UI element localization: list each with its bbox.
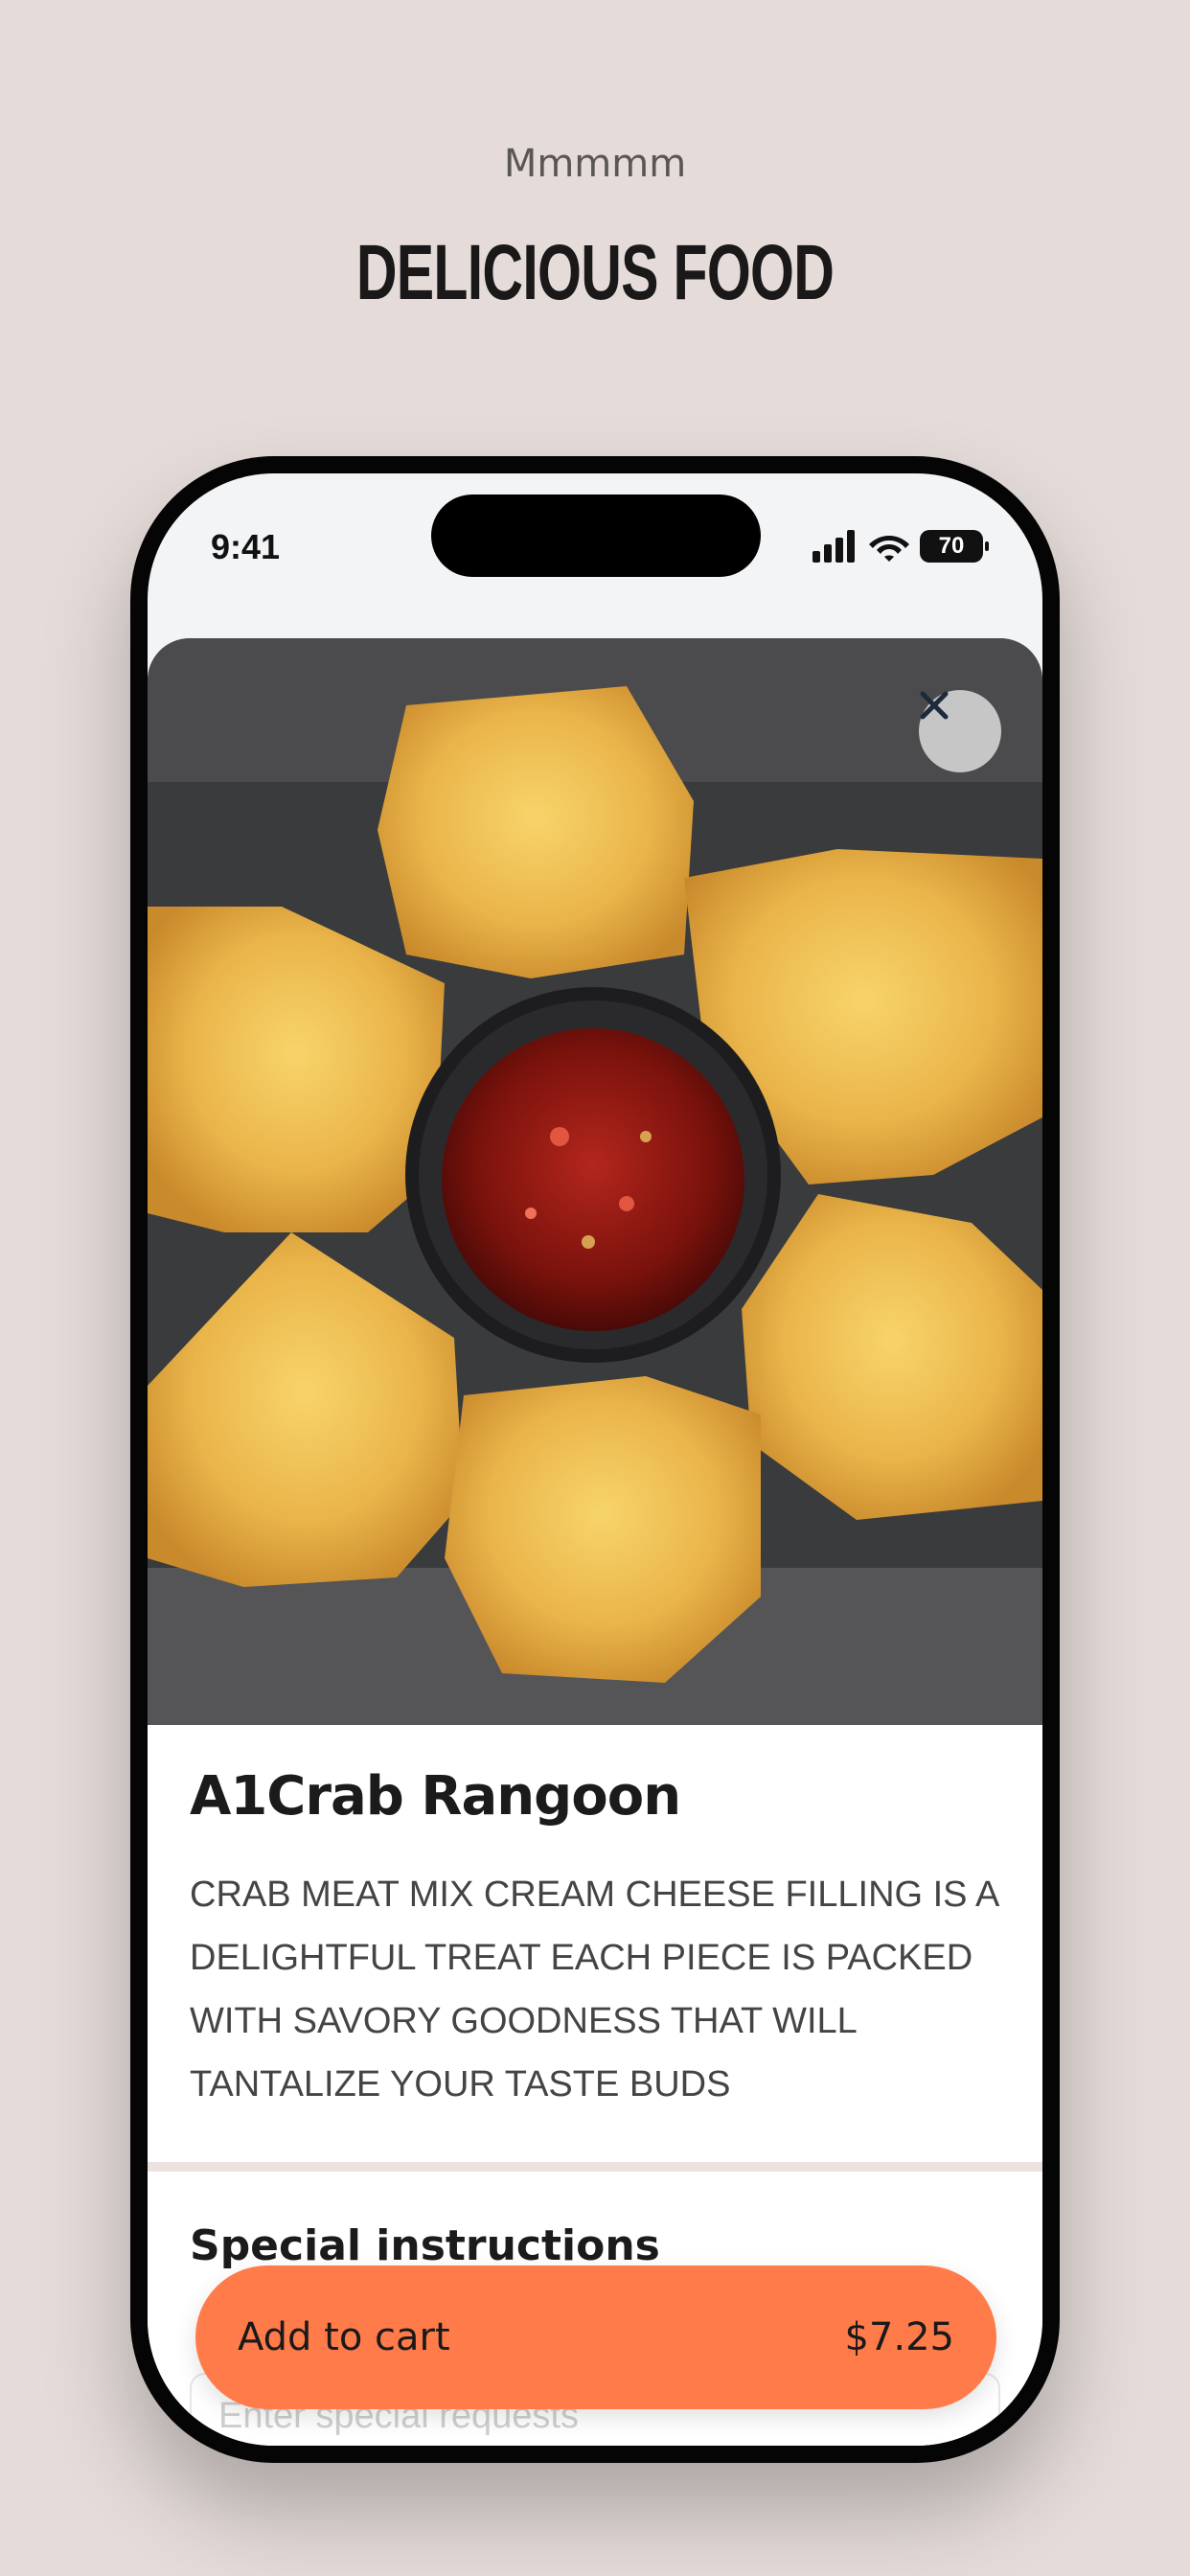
food-image: [148, 638, 1042, 1725]
add-to-cart-label: Add to cart: [238, 2315, 450, 2359]
close-icon: [920, 691, 949, 720]
signal-icon: [812, 530, 855, 563]
item-sheet: A1Crab Rangoon CRAB MEAT MIX CREAM CHEES…: [148, 638, 1042, 2446]
cart-price: $7.25: [844, 2315, 954, 2359]
battery-icon: 70: [920, 530, 989, 563]
headline: DELICIOUS FOOD: [355, 229, 835, 316]
item-description: CRAB MEAT MIX CREAM CHEESE FILLING IS A …: [190, 1874, 998, 2104]
status-time: 9:41: [211, 527, 281, 566]
status-icons: 70: [812, 527, 989, 565]
special-instructions-label: Special instructions: [190, 2221, 660, 2270]
eyebrow-text: Mmmmm: [503, 142, 687, 186]
close-button[interactable]: [919, 690, 1001, 772]
item-title: A1Crab Rangoon: [190, 1765, 681, 1828]
status-bar: 9:41 70: [148, 473, 1042, 598]
add-to-cart-button[interactable]: Add to cart $7.25: [195, 2266, 996, 2409]
dynamic-island: [431, 494, 761, 577]
phone-screen: 9:41 70 A1Crab Rangoon CRAB MEAT MIX CRE…: [148, 473, 1042, 2446]
wifi-icon: [869, 536, 909, 562]
phone-frame: 9:41 70 A1Crab Rangoon CRAB MEAT MIX CRE…: [130, 456, 1060, 2463]
food-photo: [148, 638, 1042, 1725]
section-divider: [148, 2162, 1042, 2172]
